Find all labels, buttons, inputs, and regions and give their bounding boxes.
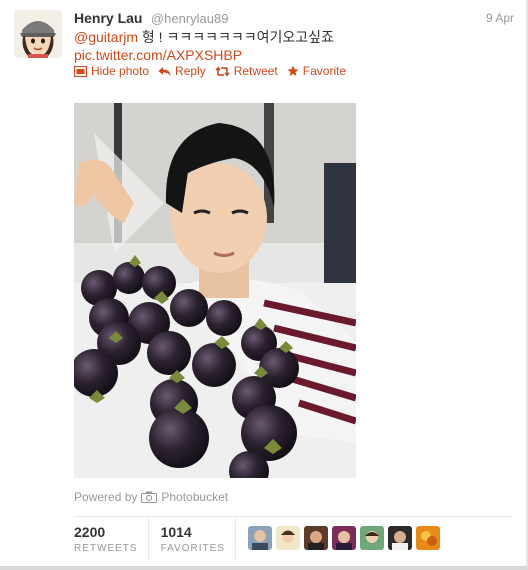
favorite-label: Favorite xyxy=(302,64,347,78)
retweeter-avatar[interactable] xyxy=(331,526,356,550)
tweet-header: Henry Lau @henrylau89 9 Apr xyxy=(74,10,514,28)
retweets-stat[interactable]: 2200 RETWEETS xyxy=(74,517,149,561)
retweets-label: RETWEETS xyxy=(74,543,138,554)
tweet-text: @guitarjm 형 ! ㅋㅋㅋㅋㅋㅋㅋ여기오고싶죠 pic.twitter.… xyxy=(74,28,494,64)
reply-label: Reply xyxy=(175,64,206,78)
retweeter-avatar[interactable] xyxy=(303,526,328,550)
camera-icon xyxy=(141,491,158,503)
tweet-stats: 2200 RETWEETS 1014 FAVORITES xyxy=(74,517,512,561)
retweeter-avatar[interactable] xyxy=(415,526,440,550)
favorites-count: 1014 xyxy=(160,524,192,540)
tweet-photo[interactable] xyxy=(74,103,356,478)
retweeter-avatar[interactable] xyxy=(387,526,412,550)
author-name[interactable]: Henry Lau xyxy=(74,10,142,26)
favorites-stat[interactable]: 1014 FAVORITES xyxy=(149,517,236,561)
reply-button[interactable]: Reply xyxy=(158,64,206,78)
tweet-actions: Hide photo Reply Retweet Favorite xyxy=(74,64,346,78)
retweets-count: 2200 xyxy=(74,524,106,540)
hide-photo-button[interactable]: Hide photo xyxy=(74,64,149,78)
retweet-label: Retweet xyxy=(233,64,278,78)
retweeter-avatar[interactable] xyxy=(247,526,272,550)
photo-icon xyxy=(74,65,87,77)
retweeter-avatar[interactable] xyxy=(275,526,300,550)
reply-icon xyxy=(158,66,171,76)
tweet-body-text: 형 ! ㅋㅋㅋㅋㅋㅋㅋ여기오고싶죠 xyxy=(138,29,334,45)
media-attribution: Powered by Photobucket xyxy=(74,490,228,504)
photobucket-link[interactable]: Photobucket xyxy=(161,490,228,504)
author-handle[interactable]: @henrylau89 xyxy=(151,11,229,26)
retweeter-avatar[interactable] xyxy=(359,526,384,550)
photo-link[interactable]: pic.twitter.com/AXPXSHBP xyxy=(74,47,242,63)
retweet-button[interactable]: Retweet xyxy=(215,64,278,78)
mention-link[interactable]: @guitarjm xyxy=(74,29,138,45)
hide-photo-label: Hide photo xyxy=(91,64,150,78)
powered-by-label: Powered by xyxy=(74,490,138,504)
retweeter-avatars xyxy=(236,517,440,561)
favorites-label: FAVORITES xyxy=(160,543,225,554)
favorite-button[interactable]: Favorite xyxy=(287,64,346,78)
tweet-timestamp[interactable]: 9 Apr xyxy=(486,11,514,25)
star-icon xyxy=(287,65,299,76)
retweet-icon xyxy=(215,65,230,77)
author-avatar[interactable] xyxy=(14,10,62,58)
